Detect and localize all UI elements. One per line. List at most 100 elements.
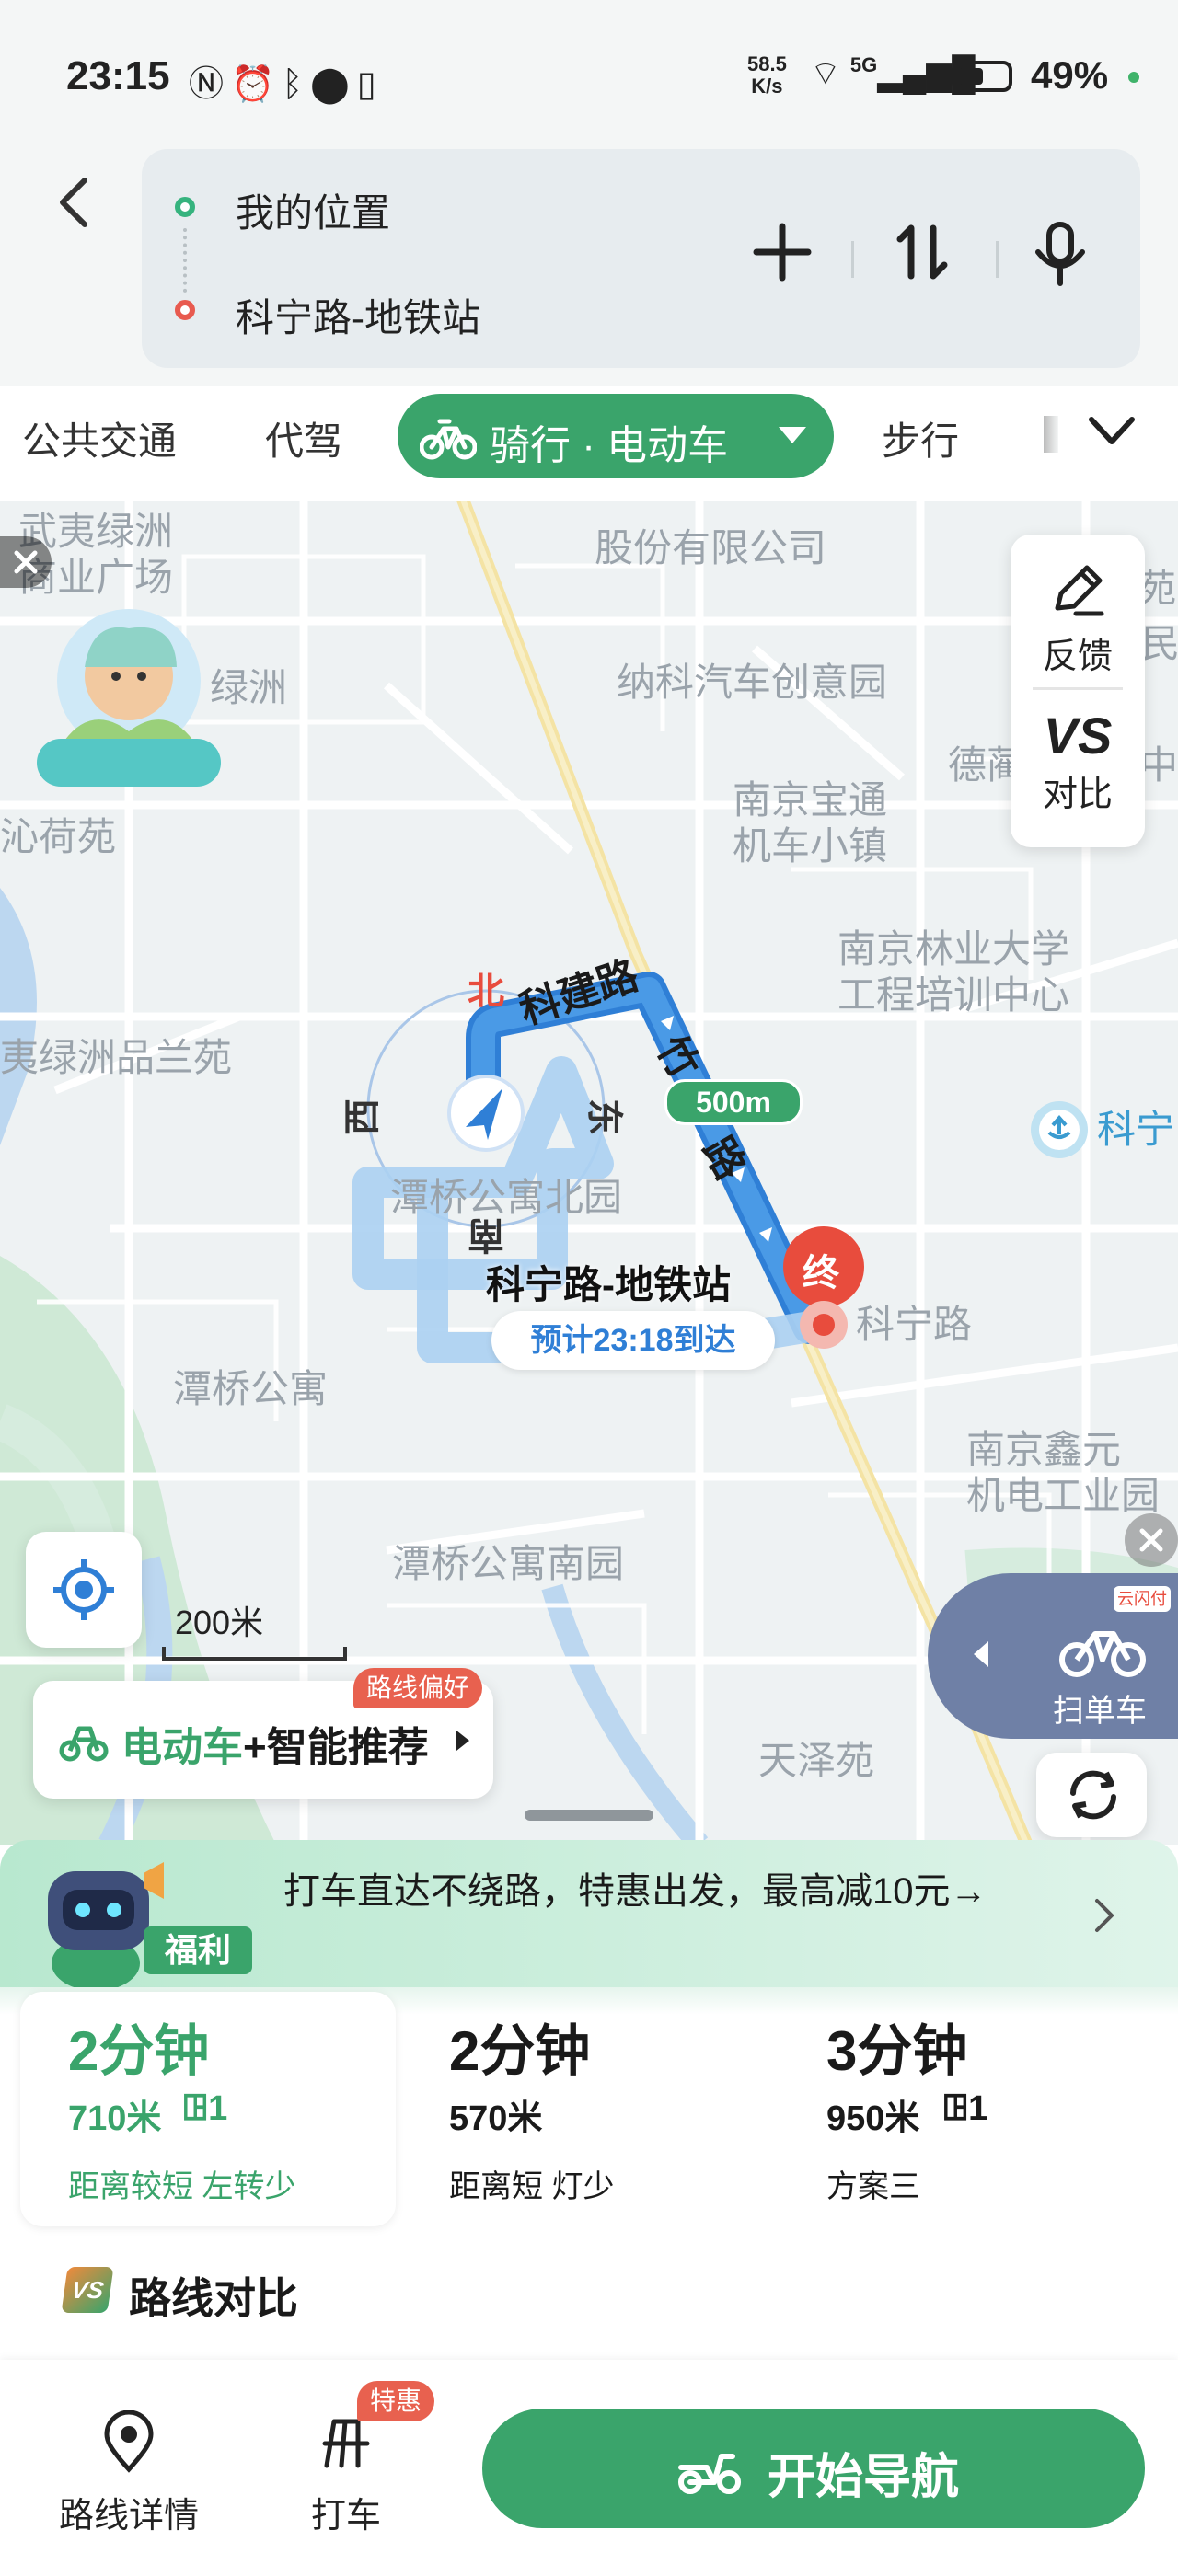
mascot-banner[interactable] (37, 603, 221, 787)
taxi-discount-badge: 特惠 (357, 2381, 435, 2421)
map-view[interactable]: 武夷绿洲 商业广场 股份有限公司 纳科汽车创意园 绿洲 沁荷苑 南京宝通 机车小镇 … (0, 501, 1178, 1845)
compare-button[interactable]: VS 对比 (1011, 696, 1145, 834)
close-icon (1139, 1528, 1163, 1552)
edit-icon (1055, 565, 1104, 616)
compass-north: 北 (468, 972, 504, 1012)
route-option-2[interactable]: 2分钟 570米 距离短 灯少 (403, 1992, 771, 2226)
compass-west: 西 (342, 1098, 383, 1135)
promo-text: 打车直达不绕路，特惠出发，最高减10元→ (283, 1871, 987, 1912)
origin-dot-icon (175, 197, 195, 217)
metro-poi-icon[interactable] (1031, 1101, 1088, 1158)
microphone-icon (1035, 222, 1085, 286)
preference-label-rest: +智能推荐 (243, 1725, 429, 1770)
eta-bubble: 预计23:18到达 (491, 1311, 775, 1370)
mascot-icon (37, 609, 221, 787)
start-navigation-button[interactable]: 开始导航 (482, 2409, 1145, 2528)
route-desc: 距离短 灯少 (449, 2169, 615, 2204)
route-desc: 距离较短 左转少 (68, 2169, 296, 2204)
route-option-3[interactable]: 3分钟 950米 ꖸ1 方案三 (780, 1992, 1149, 2226)
origin-input[interactable]: 我的位置 (236, 182, 390, 238)
destination-dot-icon (175, 300, 195, 320)
alarm-icon: ⏰ (231, 65, 283, 104)
network-type: 5G (849, 53, 878, 76)
traffic-light-icon: ꖸ (942, 2089, 969, 2128)
bicycle-icon (1059, 1631, 1146, 1677)
close-mascot-button[interactable] (0, 536, 52, 588)
start-navigation-label: 开始导航 (768, 2451, 960, 2504)
feedback-compare-card: 反馈 VS 对比 (1011, 535, 1145, 847)
compare-vs-icon: VS (1043, 707, 1113, 765)
route-lights: ꖸ1 (942, 2089, 987, 2129)
tab-overflow-fade (1044, 416, 1058, 453)
map-label: 潭桥公寓北园 (390, 1176, 623, 1219)
route-option-1[interactable]: 2分钟 710米 ꖸ1 距离较短 左转少 (20, 1992, 396, 2226)
metro-icon (1039, 1110, 1080, 1150)
route-distance: 570米 (449, 2099, 543, 2138)
crosshair-icon (53, 1559, 114, 1620)
close-icon (14, 550, 38, 574)
map-label: 天泽苑 (758, 1739, 875, 1782)
tab-public-transit[interactable]: 公共交通 (22, 410, 177, 466)
add-waypoint-button[interactable] (745, 223, 819, 295)
wifi-icon: ⌔ (810, 54, 841, 92)
net-speed-unit: K/s (751, 75, 783, 98)
route-details-button[interactable]: 路线详情 (46, 2409, 212, 2539)
route-time: 3分钟 (826, 2020, 968, 2082)
map-label: 潭桥公寓南园 (392, 1542, 625, 1585)
caret-right-icon (456, 1731, 469, 1751)
caret-down-icon (779, 427, 806, 443)
map-scale: 200米 (175, 1604, 264, 1641)
swap-icon (896, 224, 948, 280)
map-label: 科宁 (1097, 1108, 1175, 1151)
route-lights-count: 1 (968, 2089, 988, 2128)
preference-badge: 路线偏好 (353, 1668, 483, 1708)
tab-cycling-ebike[interactable]: 骑行 · 电动车 (398, 394, 834, 478)
map-label: 科宁路 (856, 1303, 973, 1346)
map-label: 中 (1139, 743, 1178, 787)
preference-label-main: 电动车 (121, 1725, 243, 1770)
sheet-drag-handle[interactable] (525, 1810, 653, 1821)
taxi-button[interactable]: 打车 (291, 2410, 401, 2539)
map-label: 南京林业大学 工程培训中心 (837, 927, 1070, 1017)
tab-walking[interactable]: 步行 (882, 410, 959, 466)
feedback-button[interactable]: 反馈 (1011, 544, 1145, 682)
refresh-icon (1070, 1770, 1116, 1820)
end-marker-label[interactable]: 终 (803, 1243, 839, 1296)
battery-percent: 49% (1031, 53, 1109, 97)
map-label: 纳科汽车创意园 (617, 661, 888, 704)
tab-cycling-label: 骑行 · 电动车 (490, 423, 729, 468)
card-divider (1033, 687, 1123, 690)
ebike-icon (59, 1726, 109, 1762)
toolbar-divider (851, 241, 854, 278)
compare-label: 对比 (1042, 776, 1113, 814)
route-distance: 950米 (826, 2099, 920, 2138)
compass-east: 东 (583, 1098, 624, 1135)
taxi-label: 打车 (310, 2497, 381, 2536)
map-label: 夷绿洲品兰苑 (0, 1036, 233, 1079)
voice-button[interactable] (1023, 221, 1097, 301)
map-label: 沁荷苑 (0, 815, 117, 858)
plus-icon (753, 223, 812, 282)
locate-button[interactable] (26, 1532, 142, 1648)
close-scan-button[interactable] (1125, 1513, 1178, 1567)
vibrate-icon: ▯ (356, 65, 384, 104)
unionpay-badge: 云闪付 (1114, 1586, 1171, 1612)
refresh-button[interactable] (1036, 1753, 1147, 1837)
destination-map-label: 科宁路-地铁站 (486, 1263, 731, 1306)
route-lights: ꖸ1 (182, 2089, 227, 2129)
tab-designated-driver[interactable]: 代驾 (265, 410, 342, 466)
map-label: 绿洲 (210, 666, 288, 709)
route-time: 2分钟 (449, 2020, 591, 2082)
route-compare-button[interactable]: VS 路线对比 (61, 2252, 447, 2335)
back-button[interactable] (55, 175, 101, 239)
status-time: 23:15 (66, 53, 170, 98)
preference-label: 电动车+智能推荐 (121, 1714, 429, 1773)
scan-bike-panel[interactable]: 云闪付 扫单车 (928, 1573, 1178, 1739)
more-modes-button[interactable] (1088, 414, 1136, 452)
promo-banner[interactable]: 福利 打车直达不绕路，特惠出发，最高减10元→ (0, 1840, 1178, 2001)
destination-input[interactable]: 科宁路-地铁站 (236, 287, 480, 343)
feedback-label: 反馈 (1042, 638, 1113, 676)
map-label: 民 (1141, 622, 1178, 665)
map-label: 股份有限公司 (595, 526, 827, 569)
swap-button[interactable] (885, 221, 959, 297)
